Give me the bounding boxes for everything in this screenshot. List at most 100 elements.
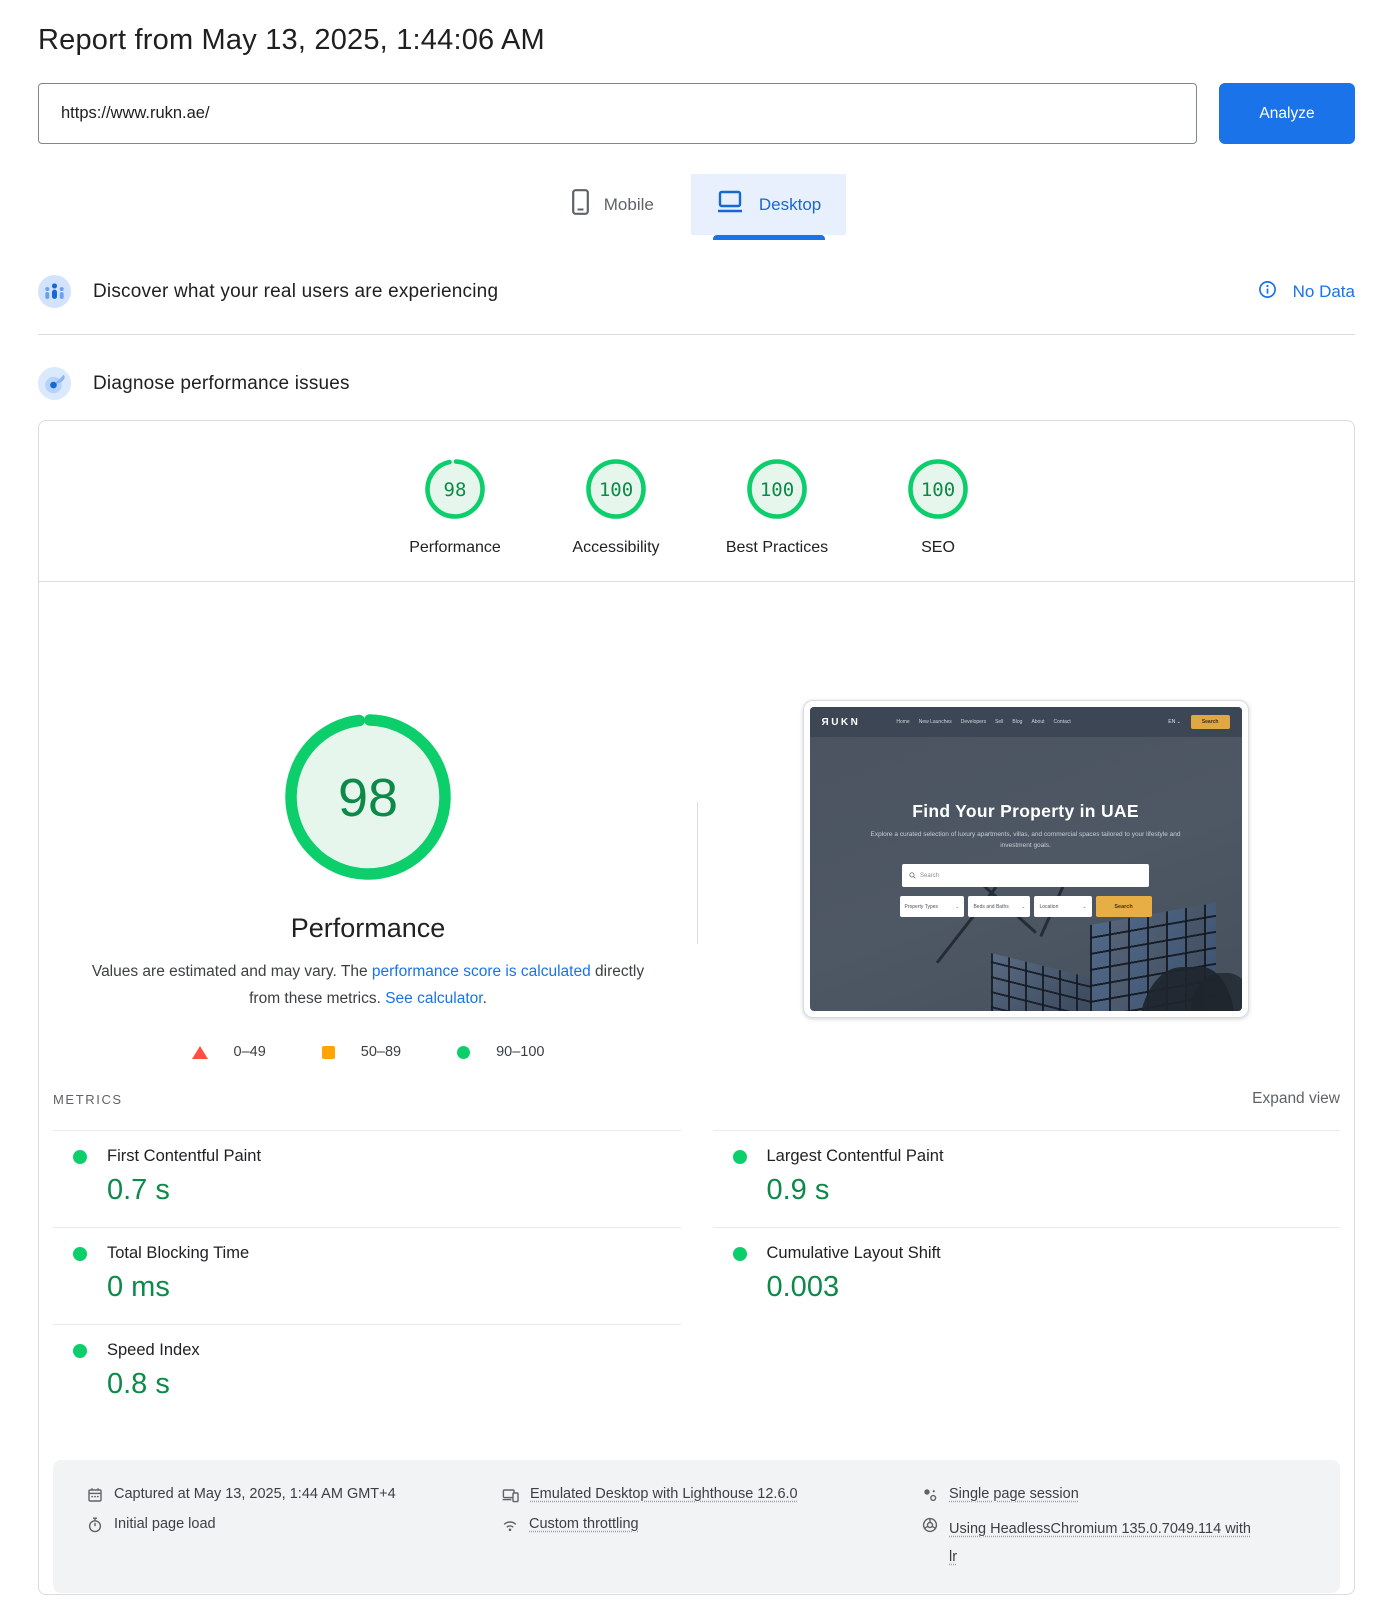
mobile-phone-icon: [572, 189, 589, 220]
metrics-grid: First Contentful Paint 0.7 s Largest Con…: [53, 1130, 1340, 1421]
site-logo: ЯUKN: [822, 717, 861, 728]
score-calc-link[interactable]: performance score is calculated: [372, 963, 591, 980]
fail-triangle-icon: [192, 1046, 208, 1059]
session-type: Single page session: [922, 1486, 1320, 1503]
legend-fail: 0–49: [192, 1044, 266, 1060]
throttling-link[interactable]: Custom throttling: [529, 1516, 639, 1532]
site-nav-links: Home New Launches Developers Sell Blog A…: [896, 719, 1070, 725]
svg-text:100: 100: [760, 479, 794, 501]
category-best-practices[interactable]: 100 Best Practices: [697, 457, 858, 557]
pass-circle-icon: [457, 1046, 470, 1059]
active-tab-indicator: [713, 235, 825, 240]
lab-report-card: 98 Performance 100 Accessibility 100 Bes…: [38, 420, 1355, 1595]
metric-empty-cell: [713, 1324, 1341, 1421]
category-accessibility[interactable]: 100 Accessibility: [536, 457, 697, 557]
score-legend: 0–49 50–89 90–100: [192, 1044, 545, 1060]
legend-label: 0–49: [234, 1044, 266, 1060]
svg-text:100: 100: [599, 479, 633, 501]
pass-dot-icon: [733, 1150, 747, 1164]
chromium-link[interactable]: Using HeadlessChromium 135.0.7049.114 wi…: [949, 1516, 1259, 1571]
score-disclaimer: Values are estimated and may vary. The p…: [88, 958, 648, 1012]
site-language-selector: EN ⌄: [1168, 719, 1181, 725]
tab-mobile[interactable]: Mobile: [547, 174, 679, 235]
legend-label: 50–89: [361, 1044, 401, 1060]
performance-overview: 98 Performance Values are estimated and …: [39, 582, 1354, 1060]
site-nav-item: Developers: [961, 719, 986, 725]
category-label: SEO: [921, 539, 955, 557]
metric-value: 0.7 s: [107, 1174, 681, 1207]
metric-label: Cumulative Layout Shift: [767, 1244, 941, 1263]
svg-text:100: 100: [921, 479, 955, 501]
chromium-icon: [922, 1517, 938, 1533]
metric-lcp: Largest Contentful Paint 0.9 s: [713, 1130, 1341, 1227]
legend-pass: 90–100: [457, 1044, 544, 1060]
lab-section-header: Diagnose performance issues: [38, 367, 1355, 400]
environment-footer: Captured at May 13, 2025, 1:44 AM GMT+4 …: [53, 1460, 1340, 1593]
site-filters: Property Types ⌄ Beds and Baths ⌄ Location…: [900, 896, 1152, 917]
site-hero: Find Your Property in UAE Explore a cura…: [810, 801, 1242, 1011]
disclaimer-text: Values are estimated and may vary. The: [92, 963, 372, 980]
see-calculator-link[interactable]: See calculator: [385, 990, 482, 1007]
info-icon: [1258, 280, 1277, 304]
legend-average: 50–89: [322, 1044, 401, 1060]
session-link[interactable]: Single page session: [949, 1486, 1079, 1502]
svg-text:98: 98: [338, 768, 398, 828]
expand-view-button[interactable]: Expand view: [1252, 1090, 1340, 1108]
analyze-button[interactable]: Analyze: [1219, 83, 1355, 144]
real-users-icon: [38, 275, 71, 308]
performance-gauge[interactable]: 98: [284, 713, 452, 881]
screenshot-column: ЯUKN Home New Launches Developers Sell B…: [697, 582, 1354, 1060]
tab-desktop[interactable]: Desktop: [691, 174, 846, 235]
metric-label: Total Blocking Time: [107, 1244, 249, 1263]
category-seo[interactable]: 100 SEO: [858, 457, 1019, 557]
metric-fcp: First Contentful Paint 0.7 s: [53, 1130, 681, 1227]
pass-dot-icon: [733, 1247, 747, 1261]
final-screenshot[interactable]: ЯUKN Home New Launches Developers Sell B…: [803, 700, 1249, 1018]
calendar-icon: [87, 1487, 103, 1503]
initial-page-load-text: Initial page load: [114, 1516, 216, 1532]
metric-cls: Cumulative Layout Shift 0.003: [713, 1227, 1341, 1324]
tab-mobile-label: Mobile: [604, 195, 654, 215]
performance-score-ring: 98: [423, 457, 487, 521]
performance-gauge-column: 98 Performance Values are estimated and …: [39, 582, 697, 1060]
initial-page-load: Initial page load: [87, 1516, 502, 1571]
building-graphic: [991, 911, 1221, 1011]
disclaimer-text: .: [483, 990, 487, 1007]
throttling: Custom throttling: [502, 1516, 922, 1571]
device-tabs: Mobile Desktop: [38, 174, 1355, 235]
rukn-site-preview: ЯUKN Home New Launches Developers Sell B…: [810, 707, 1242, 1011]
category-label: Performance: [409, 539, 501, 557]
no-data-link[interactable]: No Data: [1258, 280, 1355, 304]
chromium-version: Using HeadlessChromium 135.0.7049.114 wi…: [922, 1516, 1320, 1571]
column-divider: [697, 802, 698, 944]
metric-label: First Contentful Paint: [107, 1147, 261, 1166]
site-search-placeholder: Search: [920, 873, 939, 879]
page-title: Report from May 13, 2025, 1:44:06 AM: [38, 24, 1355, 57]
category-label: Best Practices: [726, 539, 828, 557]
pass-dot-icon: [73, 1150, 87, 1164]
captured-at: Captured at May 13, 2025, 1:44 AM GMT+4: [87, 1486, 502, 1503]
metric-label: Largest Contentful Paint: [767, 1147, 944, 1166]
rum-heading: Discover what your real users are experi…: [93, 281, 498, 303]
url-input[interactable]: [38, 83, 1197, 144]
metric-label: Speed Index: [107, 1341, 200, 1360]
beds-baths-dropdown: Beds and Baths ⌄: [968, 896, 1030, 917]
site-nav-item: About: [1031, 719, 1044, 725]
site-subheadline: Explore a curated selection of luxury ap…: [866, 829, 1186, 851]
throttling-icon: [502, 1517, 518, 1533]
svg-text:98: 98: [444, 479, 467, 501]
metric-value: 0.9 s: [767, 1174, 1341, 1207]
best-practices-score-ring: 100: [745, 457, 809, 521]
emulated-device-link[interactable]: Emulated Desktop with Lighthouse 12.6.0: [530, 1486, 798, 1502]
metric-speed-index: Speed Index 0.8 s: [53, 1324, 681, 1421]
site-navbar: ЯUKN Home New Launches Developers Sell B…: [810, 707, 1242, 737]
category-performance[interactable]: 98 Performance: [375, 457, 536, 557]
site-nav-item: Contact: [1054, 719, 1071, 725]
seo-score-ring: 100: [906, 457, 970, 521]
lab-heading: Diagnose performance issues: [93, 373, 350, 395]
session-icon: [922, 1487, 938, 1503]
site-headline: Find Your Property in UAE: [810, 801, 1242, 822]
emulated-device: Emulated Desktop with Lighthouse 12.6.0: [502, 1486, 922, 1503]
metrics-header: METRICS Expand view: [53, 1090, 1340, 1108]
accessibility-score-ring: 100: [584, 457, 648, 521]
